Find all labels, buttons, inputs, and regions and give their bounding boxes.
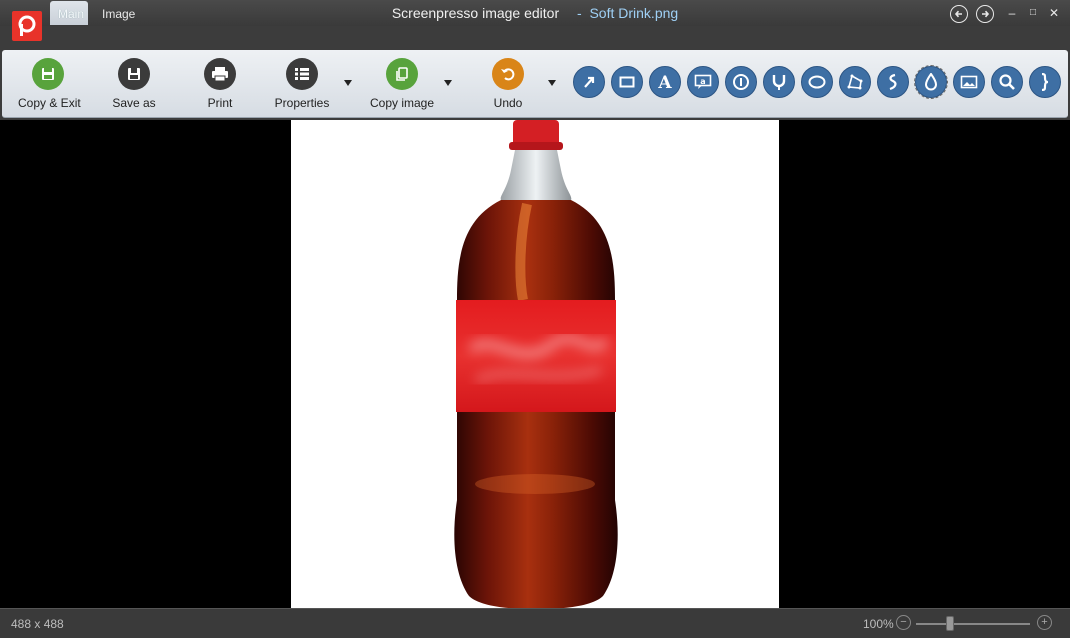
zoom-slider-track[interactable] xyxy=(916,623,1030,625)
screenpresso-logo-icon[interactable] xyxy=(12,11,42,41)
blur-drop-tool-icon[interactable] xyxy=(914,65,948,99)
save-as-label: Save as xyxy=(112,96,156,110)
freehand-tool-icon[interactable] xyxy=(877,66,909,98)
zoom-slider-thumb[interactable] xyxy=(946,616,954,631)
floppy-icon xyxy=(32,58,64,90)
arrow-tool-icon[interactable] xyxy=(573,66,605,98)
status-bar: 488 x 488 100% − + xyxy=(0,608,1070,638)
window-title: Screenpresso image editor - Soft Drink.p… xyxy=(0,5,1070,21)
print-label: Print xyxy=(207,96,233,110)
magnifier-tool-icon[interactable] xyxy=(991,66,1023,98)
undo-icon xyxy=(492,58,524,90)
zoom-level-label: 100% xyxy=(863,617,894,631)
editor-canvas[interactable] xyxy=(0,120,1070,608)
undo-button[interactable]: Undo xyxy=(486,58,530,110)
tab-image[interactable]: Image xyxy=(94,1,140,25)
print-button[interactable]: Print xyxy=(198,58,242,110)
save-as-icon xyxy=(118,58,150,90)
image-insert-tool-icon[interactable] xyxy=(953,66,985,98)
numbered-step-tool-icon[interactable] xyxy=(725,66,757,98)
callout-tool-icon[interactable]: a xyxy=(687,66,719,98)
properties-button[interactable]: Properties xyxy=(274,58,330,110)
arrow-right-circle-icon[interactable] xyxy=(976,5,994,23)
printer-icon xyxy=(204,58,236,90)
arrow-left-circle-icon[interactable] xyxy=(950,5,968,23)
list-icon xyxy=(286,58,318,90)
maximize-button[interactable]: □ xyxy=(1024,5,1042,23)
ribbon-toolbar: Copy & Exit Save as Print Properties Cop… xyxy=(2,50,1068,118)
copy-image-dropdown-icon[interactable] xyxy=(444,80,452,86)
zoom-in-button[interactable]: + xyxy=(1037,615,1052,630)
copy-exit-label: Copy & Exit xyxy=(18,96,81,110)
undo-label: Undo xyxy=(493,96,523,110)
editor-window: Screenpresso image editor - Soft Drink.p… xyxy=(0,0,1070,638)
file-name: Soft Drink.png xyxy=(589,5,679,21)
save-as-button[interactable]: Save as xyxy=(106,58,162,110)
tab-main[interactable]: Main xyxy=(50,1,88,25)
copy-image-label: Copy image xyxy=(369,96,435,110)
brace-tool-icon[interactable] xyxy=(1029,66,1061,98)
app-title: Screenpresso image editor xyxy=(391,5,560,21)
minimize-button[interactable]: – xyxy=(1003,5,1021,23)
image-size-label: 488 x 488 xyxy=(11,617,64,631)
zoom-out-button[interactable]: − xyxy=(896,615,911,630)
title-separator: - xyxy=(577,5,582,21)
title-bar: Screenpresso image editor - Soft Drink.p… xyxy=(0,0,1070,26)
ellipse-tool-icon[interactable] xyxy=(801,66,833,98)
properties-dropdown-icon[interactable] xyxy=(344,80,352,86)
polygon-tool-icon[interactable] xyxy=(839,66,871,98)
properties-label: Properties xyxy=(274,96,330,110)
svg-text:A: A xyxy=(657,73,672,91)
rectangle-tool-icon[interactable] xyxy=(611,66,643,98)
svg-text:a: a xyxy=(700,77,705,86)
edited-image[interactable] xyxy=(291,120,779,608)
copy-icon xyxy=(386,58,418,90)
copy-exit-button[interactable]: Copy & Exit xyxy=(18,58,81,110)
copy-image-button[interactable]: Copy image xyxy=(368,58,436,110)
soda-bottle-image xyxy=(454,120,618,608)
magnet-tool-icon[interactable] xyxy=(763,66,795,98)
text-tool-icon[interactable]: A xyxy=(649,66,681,98)
undo-dropdown-icon[interactable] xyxy=(548,80,556,86)
close-button[interactable]: ✕ xyxy=(1045,5,1063,23)
